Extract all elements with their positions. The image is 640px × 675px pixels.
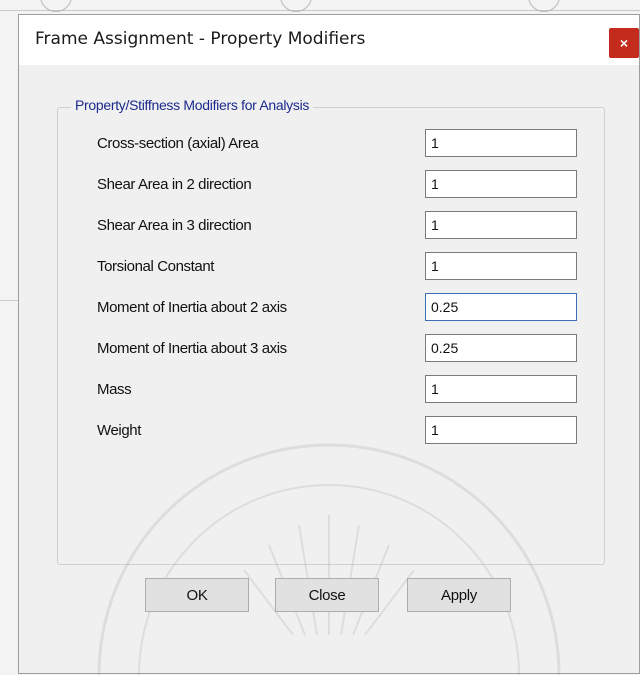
- label-weight: Weight: [97, 422, 142, 439]
- background-line: [0, 300, 18, 301]
- mass-field[interactable]: [425, 375, 577, 403]
- window-title: Frame Assignment - Property Modifiers: [35, 29, 366, 49]
- close-icon: ×: [619, 35, 629, 51]
- inertia-2-field[interactable]: [425, 293, 577, 321]
- label-mass: Mass: [97, 381, 132, 398]
- apply-button[interactable]: Apply: [407, 578, 511, 612]
- property-modifiers-dialog: Frame Assignment - Property Modifiers × …: [18, 14, 640, 675]
- close-window-button[interactable]: ×: [609, 28, 639, 58]
- weight-field[interactable]: [425, 416, 577, 444]
- shear-area-3-field[interactable]: [425, 211, 577, 239]
- label-shear-area-2: Shear Area in 2 direction: [97, 176, 252, 193]
- label-inertia-3: Moment of Inertia about 3 axis: [97, 340, 287, 357]
- label-torsional-constant: Torsional Constant: [97, 258, 215, 275]
- title-bar[interactable]: Frame Assignment - Property Modifiers ×: [19, 15, 639, 65]
- axial-area-field[interactable]: [425, 129, 577, 157]
- close-button[interactable]: Close: [275, 578, 379, 612]
- shear-area-2-field[interactable]: [425, 170, 577, 198]
- inertia-3-field[interactable]: [425, 334, 577, 362]
- label-inertia-2: Moment of Inertia about 2 axis: [97, 299, 287, 316]
- label-axial-area: Cross-section (axial) Area: [97, 135, 259, 152]
- group-label: Property/Stiffness Modifiers for Analysi…: [71, 97, 314, 113]
- torsional-constant-field[interactable]: [425, 252, 577, 280]
- label-shear-area-3: Shear Area in 3 direction: [97, 217, 252, 234]
- ok-button[interactable]: OK: [145, 578, 249, 612]
